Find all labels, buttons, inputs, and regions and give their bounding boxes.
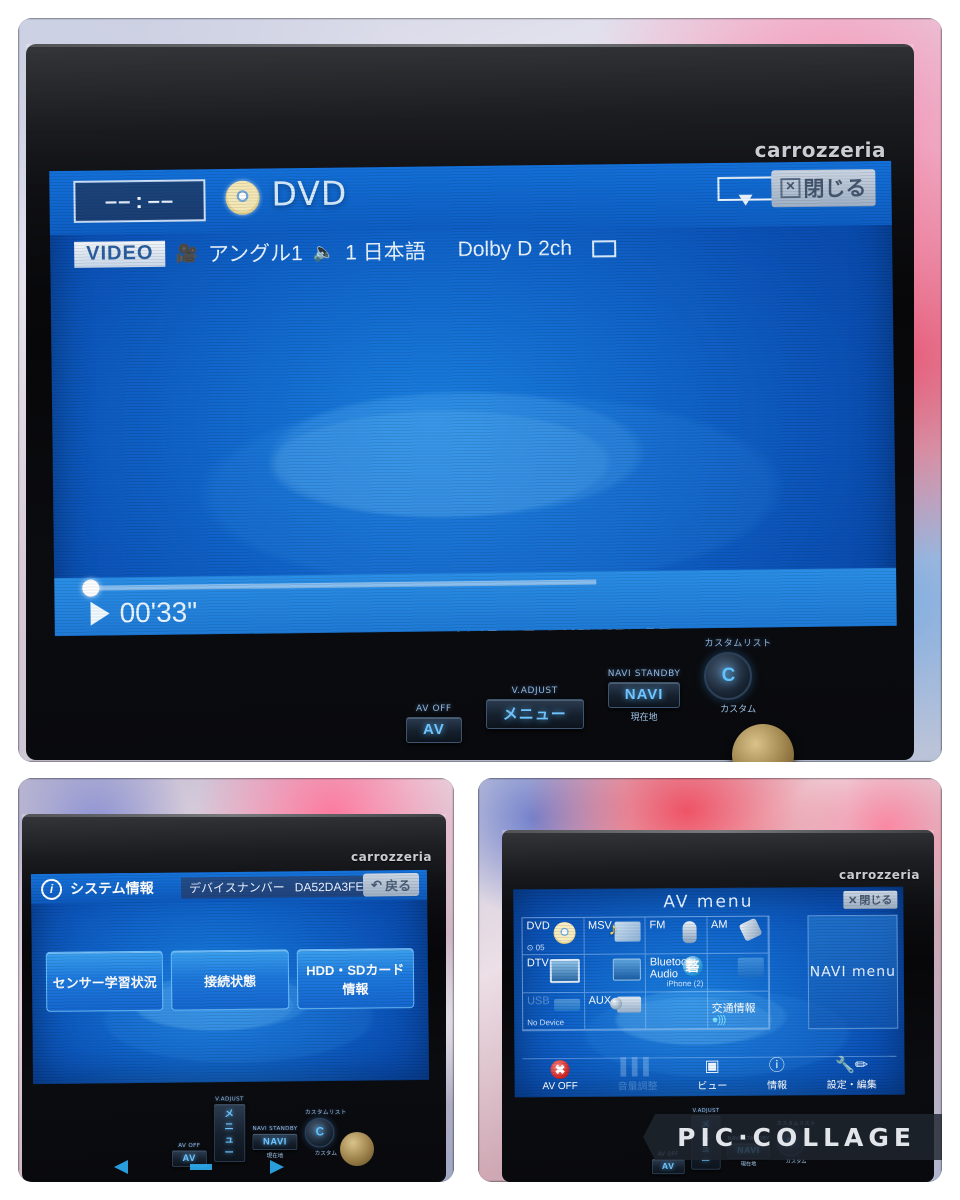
- hardware-key-menu: メニュー: [485, 699, 584, 729]
- hardware-button-av[interactable]: AV OFF AV: [406, 704, 462, 743]
- volume-knob-2[interactable]: [340, 1132, 374, 1166]
- hardware-key-navi-2: NAVI: [252, 1133, 298, 1150]
- hardware-caption-av: AV OFF: [416, 704, 452, 714]
- custom-knob-label: カスタム: [720, 704, 757, 714]
- brand-logo-2: carrozzeria: [350, 850, 432, 864]
- lcd-scanlines-3: [513, 886, 905, 1098]
- hardware-sub-navi-3: 現在地: [740, 1160, 757, 1167]
- brand-logo: carrozzeria: [754, 138, 886, 162]
- hardware-caption-av-2: AV OFF: [178, 1142, 201, 1149]
- photo-panel-dvd-playback: carrozzeria –– : –– DVD ✕ 閉じる VIDEO 🎥 アン…: [18, 18, 942, 762]
- hardware-button-row-2: AV OFF AV V.ADJUST メニュー NAVI STANDBY NAV…: [172, 1096, 347, 1167]
- hardware-caption-navi: NAVI STANDBY: [607, 669, 681, 679]
- head-unit-body-2: carrozzeria i システム情報 デバイスナンバー DA52DA3FE7…: [22, 814, 446, 1182]
- lcd-scanlines: [49, 160, 897, 637]
- head-unit-body: carrozzeria –– : –– DVD ✕ 閉じる VIDEO 🎥 アン…: [26, 44, 914, 762]
- custom-knob[interactable]: カスタムリスト C カスタム: [704, 636, 771, 715]
- lcd-scanlines-2: [30, 869, 430, 1085]
- photo-panel-av-menu: carrozzeria AV menu ✕ 閉じる DVD ⊙ 05 MSV ♪…: [478, 778, 942, 1182]
- hardware-key-av-3: AV: [652, 1159, 685, 1175]
- hardware-caption-menu: V.ADJUST: [511, 686, 558, 696]
- hardware-button-menu-2[interactable]: V.ADJUST メニュー: [213, 1096, 246, 1162]
- hardware-button-navi[interactable]: NAVI STANDBY NAVI 現在地: [607, 669, 681, 723]
- hardware-button-row: AV OFF AV V.ADJUST メニュー NAVI STANDBY NAV…: [406, 636, 772, 743]
- lcd-screen-av-menu: AV menu ✕ 閉じる DVD ⊙ 05 MSV ♪ FM AM DTV B…: [513, 886, 905, 1098]
- photo-panel-system-info: carrozzeria i システム情報 デバイスナンバー DA52DA3FE7…: [18, 778, 454, 1182]
- custom-knob-dial-2[interactable]: C: [304, 1117, 335, 1148]
- lcd-screen-system-info: i システム情報 デバイスナンバー DA52DA3FE7258185 ↶ 戻る …: [30, 869, 430, 1085]
- custom-knob-caption-2: カスタムリスト: [304, 1109, 347, 1116]
- pic-collage-canvas: carrozzeria –– : –– DVD ✕ 閉じる VIDEO 🎥 アン…: [0, 0, 960, 1200]
- hardware-key-navi: NAVI: [607, 682, 681, 708]
- eject-slot-icon[interactable]: [190, 1164, 212, 1170]
- hardware-button-navi-2[interactable]: NAVI STANDBY NAVI 現在地: [252, 1125, 298, 1159]
- hardware-caption-menu-2: V.ADJUST: [215, 1096, 244, 1103]
- hardware-caption-navi-2: NAVI STANDBY: [252, 1125, 298, 1132]
- brand-logo-3: carrozzeria: [838, 868, 920, 882]
- hardware-key-menu-2: メニュー: [213, 1104, 246, 1162]
- piccollage-watermark: PIC·COLLAGE: [643, 1114, 942, 1160]
- custom-knob-caption: カスタムリスト: [704, 639, 772, 649]
- hardware-sub-navi-2: 現在地: [266, 1152, 284, 1159]
- hardware-sub-navi: 現在地: [630, 712, 658, 722]
- microphone-icon: [853, 635, 877, 637]
- hardware-key-av: AV: [406, 717, 462, 743]
- prev-track-icon[interactable]: [114, 1160, 128, 1174]
- custom-knob-dial[interactable]: C: [704, 652, 753, 700]
- voice-talk-button[interactable]: 発話: [794, 631, 884, 637]
- hardware-button-menu[interactable]: V.ADJUST メニュー: [485, 686, 584, 729]
- hardware-caption-menu-3: V.ADJUST: [692, 1108, 720, 1114]
- lcd-screen-dvd: –– : –– DVD ✕ 閉じる VIDEO 🎥 アングル1 🔈 1 日本語 …: [49, 160, 897, 637]
